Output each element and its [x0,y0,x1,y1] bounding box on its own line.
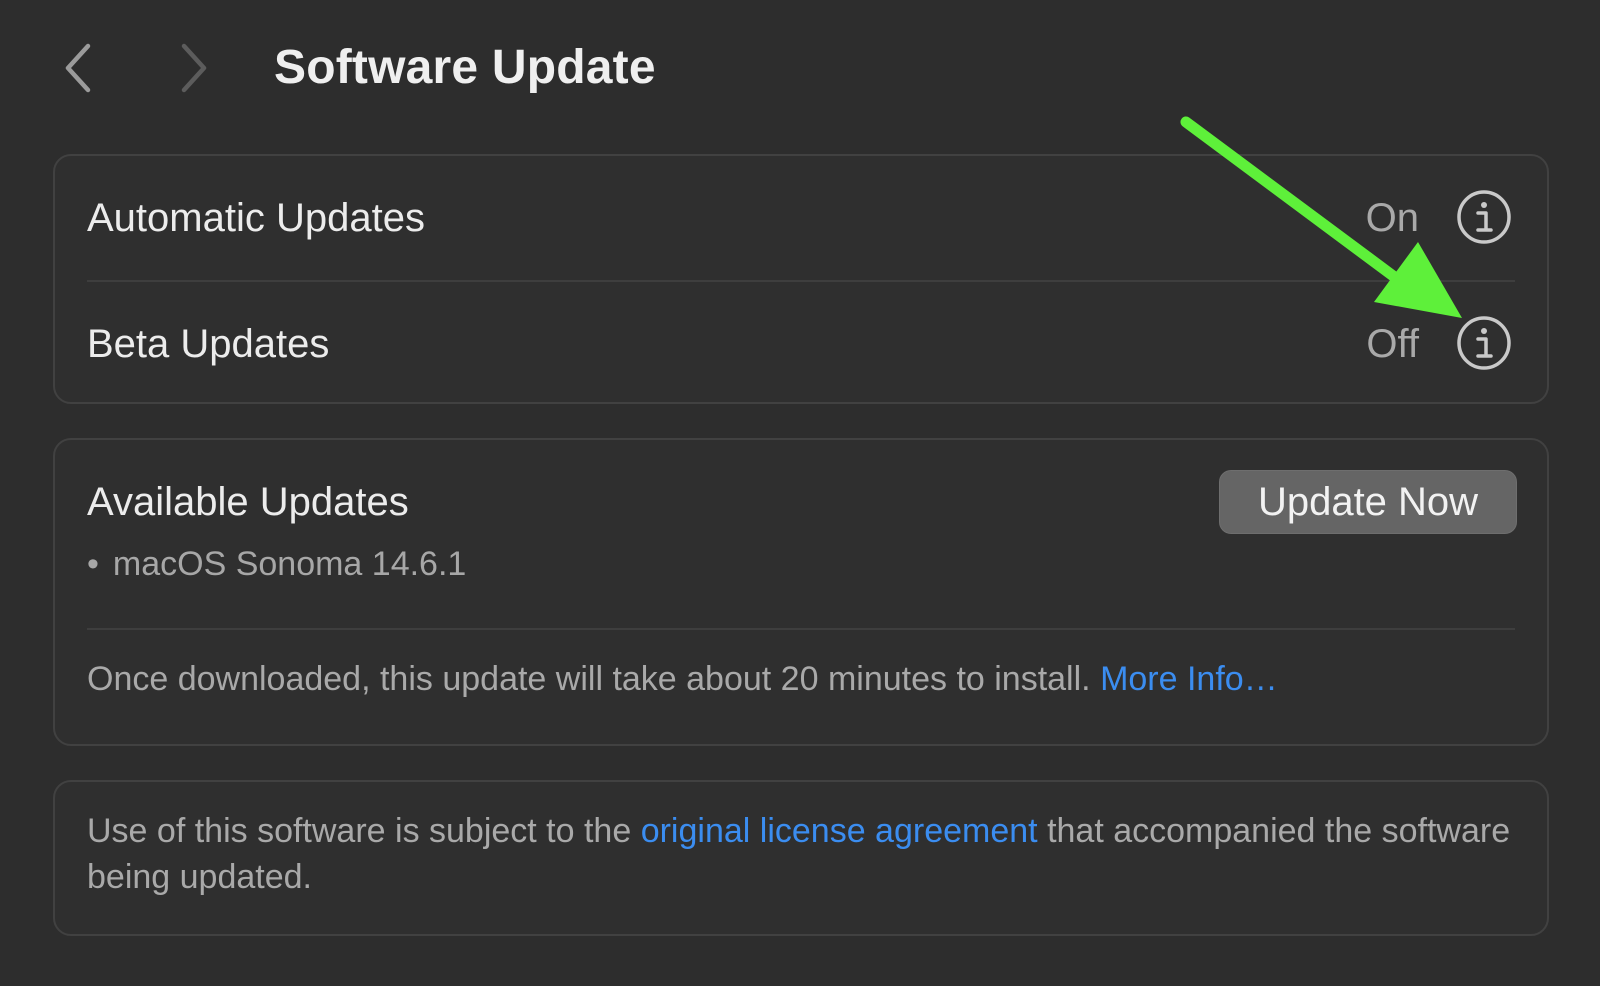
automatic-updates-info-button[interactable] [1455,188,1513,246]
software-update-window: Software Update Automatic Updates On Bet… [0,0,1600,986]
available-updates-title: Available Updates [87,480,409,524]
toolbar: Software Update [0,0,1600,140]
beta-updates-label: Beta Updates [87,322,330,366]
info-icon [1457,316,1511,370]
info-icon [1457,190,1511,244]
chevron-left-icon [65,43,91,93]
available-updates-card: Available Updates • macOS Sonoma 14.6.1 U… [53,438,1549,746]
automatic-updates-value: On [1365,196,1419,240]
beta-updates-row: Beta Updates Off [55,282,1547,406]
license-text-before: Use of this software is subject to the [87,812,632,850]
beta-updates-info-button[interactable] [1455,314,1513,372]
automatic-updates-row: Automatic Updates On [55,156,1547,280]
license-card: Use of this software is subject to the o… [53,780,1549,936]
update-settings-card: Automatic Updates On Beta Updates Off [53,154,1549,404]
update-item-name: macOS Sonoma 14.6.1 [112,545,467,583]
install-time-note: Once downloaded, this update will take a… [87,654,1278,704]
beta-updates-value: Off [1366,322,1419,366]
back-button[interactable] [48,38,108,98]
more-info-link[interactable]: More Info… [1100,660,1278,698]
forward-button[interactable] [164,38,224,98]
update-now-button[interactable]: Update Now [1219,470,1517,534]
automatic-updates-label: Automatic Updates [87,196,425,240]
bullet: • [87,545,99,583]
install-time-text: Once downloaded, this update will take a… [87,660,1091,698]
update-list-item: • macOS Sonoma 14.6.1 [87,540,466,588]
license-text: Use of this software is subject to the o… [87,808,1527,900]
license-agreement-link[interactable]: original license agreement [641,812,1038,850]
page-title: Software Update [274,41,656,94]
section-divider [87,628,1515,630]
chevron-right-icon [181,43,207,93]
